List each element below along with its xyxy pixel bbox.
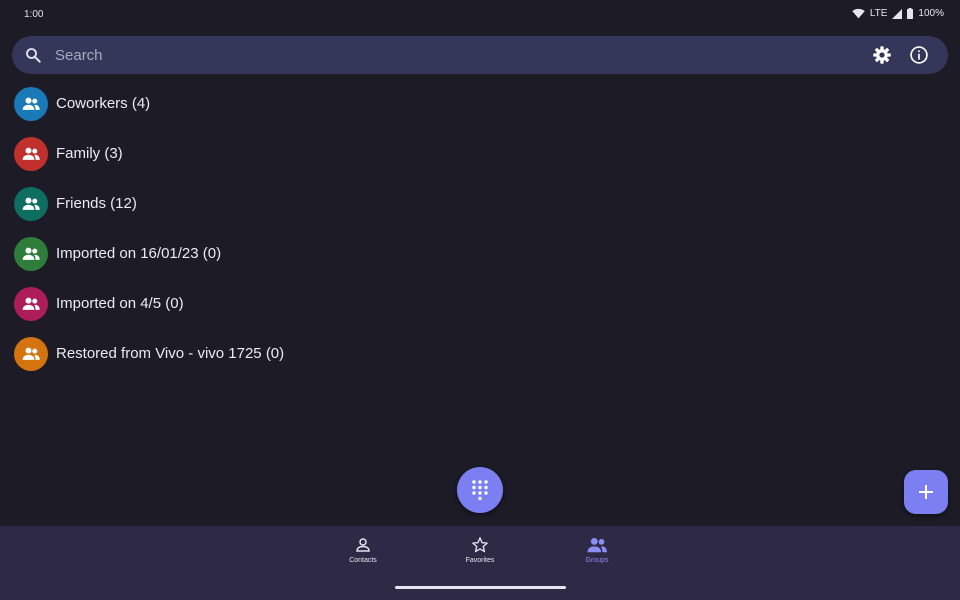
- gear-icon[interactable]: [872, 45, 892, 65]
- people-icon: [22, 297, 40, 310]
- status-bar: 1:00 LTE 100%: [0, 0, 960, 30]
- tab-groups-label: Groups: [585, 557, 609, 564]
- signal-icon: [892, 8, 903, 19]
- group-name: Family (3): [56, 145, 123, 162]
- search-icon[interactable]: [24, 46, 42, 64]
- tab-contacts-label: Contacts: [349, 557, 377, 564]
- search-input[interactable]: [55, 42, 835, 68]
- star-icon: [472, 537, 488, 553]
- group-list: Coworkers (4) Family (3) Friends (12) Im…: [0, 79, 960, 379]
- group-avatar: [14, 237, 48, 271]
- group-name: Friends (12): [56, 195, 137, 212]
- wifi-icon: [852, 8, 865, 19]
- list-item[interactable]: Imported on 4/5 (0): [0, 279, 960, 329]
- people-icon: [22, 347, 40, 360]
- list-item[interactable]: Coworkers (4): [0, 79, 960, 129]
- group-avatar: [14, 137, 48, 171]
- dialpad-icon: [472, 480, 488, 501]
- group-avatar: [14, 87, 48, 121]
- battery-level: 100%: [918, 8, 944, 19]
- group-name: Imported on 16/01/23 (0): [56, 245, 222, 262]
- battery-icon: [907, 8, 914, 19]
- person-icon: [356, 538, 370, 552]
- group-avatar: [14, 337, 48, 371]
- status-indicators: LTE 100%: [852, 8, 944, 19]
- list-item[interactable]: Restored from Vivo - vivo 1725 (0): [0, 329, 960, 379]
- plus-icon: [919, 485, 933, 499]
- list-item[interactable]: Imported on 16/01/23 (0): [0, 229, 960, 279]
- group-avatar: [14, 287, 48, 321]
- status-time: 1:00: [24, 9, 44, 20]
- bottom-navigation: Contacts Favorites Groups: [0, 526, 960, 600]
- group-name: Imported on 4/5 (0): [56, 295, 184, 312]
- list-item[interactable]: Friends (12): [0, 179, 960, 229]
- group-name: Restored from Vivo - vivo 1725 (0): [56, 345, 285, 362]
- people-icon: [22, 147, 40, 160]
- network-type: LTE: [869, 8, 888, 19]
- people-icon: [587, 537, 607, 553]
- add-group-button[interactable]: [904, 470, 948, 514]
- search-bar[interactable]: [12, 36, 948, 74]
- people-icon: [22, 97, 40, 110]
- home-indicator[interactable]: [395, 586, 566, 589]
- list-item[interactable]: Family (3): [0, 129, 960, 179]
- tab-favorites-label: Favorites: [465, 557, 495, 564]
- people-icon: [22, 197, 40, 210]
- group-name: Coworkers (4): [56, 95, 151, 112]
- tab-favorites[interactable]: Favorites: [440, 536, 520, 576]
- people-icon: [22, 247, 40, 260]
- tab-groups[interactable]: Groups: [557, 536, 637, 576]
- info-icon[interactable]: [909, 45, 929, 65]
- tab-contacts[interactable]: Contacts: [323, 536, 403, 576]
- dialpad-button[interactable]: [457, 467, 503, 513]
- group-avatar: [14, 187, 48, 221]
